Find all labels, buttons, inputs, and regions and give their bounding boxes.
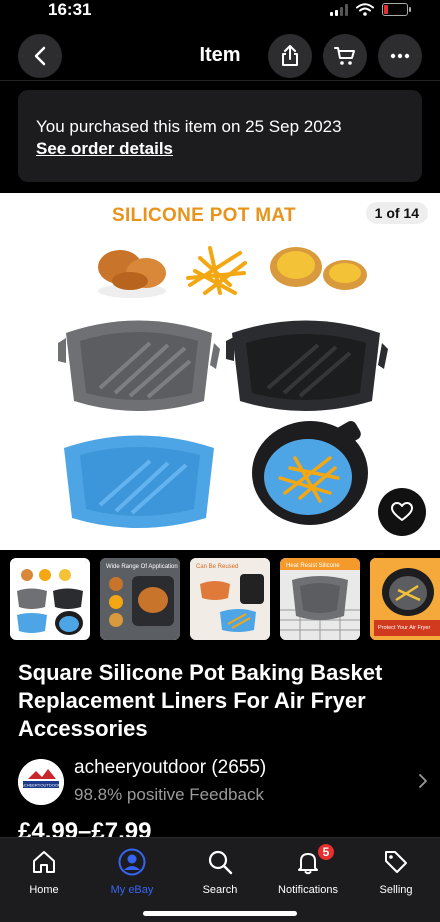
nav-label-selling: Selling (379, 884, 413, 896)
tag-icon (385, 851, 407, 873)
cart-icon (334, 47, 355, 65)
egg-tart-image (270, 247, 367, 290)
page-title: Item (199, 44, 241, 66)
blue-mat-image (64, 435, 214, 528)
svg-text:Heat Resist Silicone: Heat Resist Silicone (286, 563, 340, 569)
thumbnail-2[interactable]: Wide Range Of Application (100, 558, 180, 640)
black-mat-image (226, 320, 388, 411)
nav-search[interactable]: Search (176, 846, 264, 896)
user-icon (118, 848, 146, 876)
chevron-right-icon[interactable] (418, 773, 428, 789)
thumbnail-strip[interactable]: Wide Range Of Application Can Be Reused … (10, 558, 440, 640)
thumbnail-3[interactable]: Can Be Reused (190, 558, 270, 640)
nav-label-search: Search (202, 884, 238, 896)
seller-avatar: ACHEERYOUTDOOR (18, 759, 64, 805)
cart-button[interactable] (323, 34, 367, 78)
status-icons (330, 3, 411, 16)
share-button[interactable] (268, 34, 312, 78)
header-divider (0, 80, 440, 81)
status-time: 16:31 (48, 0, 92, 19)
add-to-watchlist-button[interactable] (378, 488, 426, 536)
nav-label-my-ebay: My eBay (110, 884, 154, 896)
air-fryer-basket-image (252, 421, 368, 525)
svg-text:Can Be Reused: Can Be Reused (196, 564, 238, 570)
thumbnail-image: Protect Your Air Fryer (370, 558, 440, 640)
fries-image (186, 246, 247, 295)
thumbnail-image: Can Be Reused (190, 558, 270, 640)
nav-notifications[interactable]: 5 Notifications (264, 842, 352, 896)
search-icon (208, 850, 233, 875)
thumbnail-image (13, 561, 87, 637)
nav-label-home: Home (29, 884, 59, 896)
more-horizontal-icon (390, 53, 410, 59)
fried-chicken-image (98, 250, 166, 298)
product-image-gallery[interactable]: SILICONE POT MAT 1 of 14 (0, 193, 440, 550)
home-icon (33, 851, 55, 873)
nav-selling[interactable]: Selling (352, 846, 440, 896)
nav-my-ebay[interactable]: My eBay (88, 846, 176, 896)
home-indicator (143, 911, 297, 916)
seller-name[interactable]: acheeryoutdoor (2655) (74, 757, 266, 779)
seller-feedback: 98.8% positive Feedback (74, 785, 264, 804)
svg-text:Wide Range Of Application: Wide Range Of Application (106, 564, 178, 570)
thumbnail-1[interactable] (10, 558, 90, 640)
svg-text:ACHEERYOUTDOOR: ACHEERYOUTDOOR (21, 783, 61, 788)
nav-label-notifications: Notifications (278, 884, 338, 896)
seller-info[interactable]: ACHEERYOUTDOOR acheeryoutdoor (2655) 98.… (18, 757, 428, 813)
thumbnail-image: Heat Resist Silicone (280, 558, 360, 640)
notification-badge: 5 (316, 842, 336, 862)
status-bar: 16:31 (0, 0, 440, 24)
share-icon (282, 45, 298, 66)
battery-icon (382, 3, 411, 16)
header: Item (0, 30, 440, 82)
svg-text:Protect Your Air Fryer: Protect Your Air Fryer (378, 625, 430, 631)
thumbnail-4[interactable]: Heat Resist Silicone (280, 558, 360, 640)
heart-icon (391, 502, 413, 521)
purchase-banner: You purchased this item on 25 Sep 2023 S… (18, 90, 422, 182)
bottom-nav: Home My eBay Search 5 Notifications Sell… (0, 837, 440, 922)
thumbnail-image: Wide Range Of Application (100, 558, 180, 640)
seller-logo: ACHEERYOUTDOOR (18, 759, 64, 805)
product-image (58, 246, 388, 528)
grey-mat-image (58, 320, 220, 411)
more-options-button[interactable] (378, 34, 422, 78)
purchase-date-text: You purchased this item on 25 Sep 2023 (36, 117, 342, 136)
product-title: Square Silicone Pot Baking Basket Replac… (18, 660, 383, 741)
thumbnail-5[interactable]: Protect Your Air Fryer (370, 558, 440, 640)
see-order-details-link[interactable]: See order details (36, 139, 173, 159)
nav-home[interactable]: Home (0, 846, 88, 896)
wifi-icon (356, 3, 374, 16)
signal-icon (330, 3, 348, 16)
